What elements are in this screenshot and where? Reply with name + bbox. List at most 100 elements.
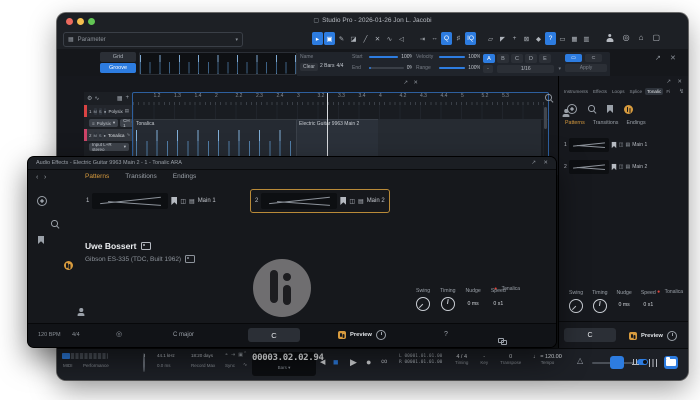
artist-icon[interactable] [77,308,85,316]
preset-button[interactable]: C [511,54,523,63]
crosshair-icon[interactable]: + [509,32,520,45]
quantize-icon[interactable]: Q [441,32,452,45]
arrange-close-icon[interactable]: ✕ [413,80,418,86]
transport-field[interactable]: 4 / 4 Timing [455,354,468,365]
record-button[interactable]: ● [366,357,371,367]
bookmark-icon[interactable] [611,163,616,169]
copy-icon[interactable]: ◫ [619,142,624,148]
artist-icon[interactable] [562,109,570,117]
browser-tab[interactable]: Loops [610,88,627,95]
browser-tab[interactable]: Instruments [562,88,590,95]
copy-icon[interactable]: ◫ [619,164,624,170]
velocity-slider[interactable] [439,56,465,58]
mix-view-button[interactable] [646,356,660,369]
listen-icon[interactable]: ◁ [396,32,407,45]
bookmark-icon[interactable] [171,197,177,205]
routing-icon[interactable] [498,338,507,345]
tuner-button[interactable] [628,356,642,369]
end-slider[interactable] [369,67,404,69]
collapse-icon[interactable]: ⌃ [243,351,247,357]
detach-ara-icon[interactable]: ↗ [531,160,536,166]
power-sync-icon[interactable]: ◓ [225,352,228,358]
ara-header[interactable]: Audio Effects - Electric Guitar 9963 Mai… [28,157,556,170]
browse-view-button[interactable] [664,356,678,369]
input-quantize-icon[interactable]: IQ [465,32,476,45]
preview-control[interactable]: Preview [338,330,386,340]
keyboard-view-icon[interactable]: ▭ [557,32,568,45]
solo-button[interactable]: S [99,108,102,115]
discover-icon[interactable] [37,196,47,206]
range-icon[interactable]: ▣ [324,32,335,45]
swing-knob[interactable] [569,299,583,313]
section-tab[interactable]: Endings [626,120,645,126]
help-icon[interactable]: ? [545,32,556,45]
loop-button[interactable]: ∞ [381,356,387,366]
pencil-icon[interactable]: ✎ [336,32,347,45]
nav-back-icon[interactable]: ‹ [36,174,38,181]
zoom-region-icon[interactable]: ⊠ [521,32,532,45]
groove-pattern-display[interactable] [139,52,297,75]
bookmark-icon[interactable] [38,236,44,244]
edit-view-button[interactable] [610,356,624,369]
macro-icon[interactable]: ◆ [533,32,544,45]
chord-button[interactable]: C [248,328,300,342]
copy-icon[interactable]: ◫ [180,198,186,205]
paint-icon[interactable]: ▱ [485,32,496,45]
ara-pattern-main2[interactable]: 2 ◫ ▤ Main 2 [250,189,390,213]
key-signature[interactable]: C major [173,332,194,338]
transport-field[interactable]: 0 Transpose [500,354,521,365]
swing-minus-button[interactable]: - [483,65,493,73]
flag-icon[interactable]: ◤ [497,32,508,45]
range-slider[interactable] [439,67,465,69]
search-icon[interactable] [545,94,553,102]
instrument-output-dropdown[interactable]: ≡ Polysix ▾ [89,119,118,127]
bookmark-icon[interactable] [340,197,346,205]
preview-volume-knob[interactable] [667,331,677,341]
stop-button[interactable]: ■ [333,357,338,367]
preview-control[interactable]: Preview [629,331,677,341]
metronome-icon[interactable]: △ [577,356,583,365]
video-icon[interactable] [185,255,195,263]
keys-icon[interactable]: ▤ [189,198,195,205]
start-slider[interactable] [369,56,398,58]
timeline-ruler[interactable]: 1.21.31.422.22.32.433.23.33.444.24.34.45… [133,93,548,105]
help-icon[interactable]: ? [444,331,448,338]
browser-tab[interactable]: Effects [591,88,609,95]
mute-button[interactable]: M [94,108,97,115]
section-tab[interactable]: Transitions [593,120,619,126]
keys-icon[interactable]: ▤ [358,198,364,205]
name-field[interactable]: Name [300,54,349,60]
timing-knob[interactable] [593,299,607,313]
detach-browser-icon[interactable]: ↗ [666,79,671,85]
metronome-toggle-icon[interactable]: ◎ [116,330,122,338]
vertical-scrollbar[interactable] [544,107,547,129]
setup-icon[interactable]: ⚙ [87,95,92,102]
groove-mode-button[interactable]: Groove [100,63,136,73]
loop-range-display[interactable]: L 00001.01.01.00 R 00001.01.01.00 [399,354,442,366]
browser-tab[interactable]: Tonalic [645,88,663,95]
swing-knob[interactable] [416,297,430,311]
mixer-view-icon[interactable]: ▥ [581,32,592,45]
eraser-icon[interactable]: ◪ [348,32,359,45]
parameter-dropdown[interactable]: ▦ Parameter ▾ [63,32,243,47]
speed-value[interactable]: 0 x1 [641,302,656,308]
quantize-value-dropdown[interactable]: 1/16 [497,65,554,73]
add-track-icon[interactable]: + [125,95,129,102]
groove-timesig[interactable]: 4/4 [336,63,343,71]
pattern-row-main1[interactable]: 1 ◫ ▤ Main 1 [563,134,683,155]
bookmark-icon[interactable] [611,141,616,147]
trim-icon[interactable]: ⇥ [417,32,428,45]
mute-button[interactable]: M [94,132,97,139]
nudge-value[interactable]: 0 ms [617,302,632,308]
clear-button[interactable]: Clear [300,63,318,71]
user-profile-icon[interactable] [606,34,614,42]
browser-tab[interactable]: Fi [664,88,672,95]
solo-button[interactable]: S [99,132,102,139]
record-arm-icon[interactable]: ● [104,108,107,115]
nudge-value[interactable]: 0 ms [466,301,481,307]
automation-icon[interactable]: ∿ [94,95,99,102]
ara-tab[interactable]: Patterns [85,173,109,180]
close-panel-icon[interactable]: ✕ [670,54,676,62]
stretch-icon[interactable]: ↔ [429,32,440,45]
chord-button[interactable]: C [564,328,616,342]
